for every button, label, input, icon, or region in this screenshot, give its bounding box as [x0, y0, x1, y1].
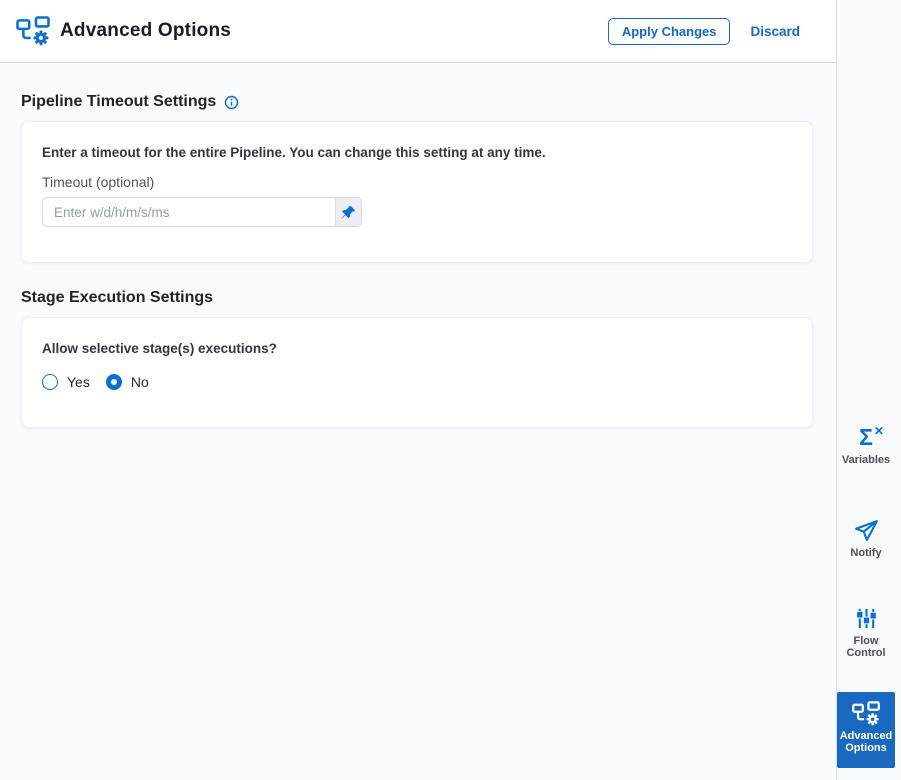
info-icon[interactable] [224, 95, 239, 110]
radio-label: Yes [67, 374, 90, 390]
discard-button[interactable]: Discard [750, 24, 800, 39]
sliders-icon [855, 605, 878, 631]
sidebar-item-label: Flow Control [846, 635, 886, 659]
pin-icon[interactable] [335, 197, 362, 227]
panel-header: Advanced Options Apply Changes Discard [0, 0, 836, 63]
stage-question: Allow selective stage(s) executions? [42, 341, 277, 356]
sidebar-item-label: Advanced Options [839, 730, 893, 754]
sidebar-item-notify[interactable]: Notify [837, 509, 895, 568]
stage-section-heading: Stage Execution Settings [21, 289, 812, 307]
sidebar-item-label: Variables [841, 454, 891, 466]
timeout-settings-card: Enter a timeout for the entire Pipeline.… [21, 121, 813, 263]
sidebar-item-label: Notify [850, 547, 882, 559]
radio-circle [42, 374, 58, 390]
sidebar-item-advanced-options[interactable]: Advanced Options [837, 692, 895, 768]
timeout-description: Enter a timeout for the entire Pipeline.… [42, 145, 546, 160]
timeout-input-group [42, 197, 362, 227]
header-actions: Apply Changes Discard [607, 17, 800, 45]
paper-plane-icon [854, 517, 879, 543]
sidebar-item-flow-control[interactable]: Flow Control [837, 597, 895, 667]
radio-option-yes[interactable]: Yes [42, 374, 90, 390]
stage-execution-card: Allow selective stage(s) executions? Yes… [21, 317, 813, 428]
sigma-x-icon: Σ ✕ [859, 423, 884, 450]
apply-changes-button[interactable]: Apply Changes [607, 17, 731, 45]
pipeline-gear-icon [852, 700, 880, 726]
panel-content: Pipeline Timeout Settings Enter a timeou… [0, 63, 836, 428]
advanced-options-panel: Advanced Options Apply Changes Discard P… [0, 0, 836, 780]
stage-radio-group: Yes No [42, 374, 792, 390]
page-title: Advanced Options [60, 20, 232, 41]
timeout-section-heading: Pipeline Timeout Settings [21, 93, 812, 111]
timeout-section-title: Pipeline Timeout Settings [21, 93, 217, 110]
timeout-input[interactable] [42, 197, 335, 227]
sidebar-item-variables[interactable]: Σ ✕ Variables [837, 416, 895, 475]
right-nav-sidebar: Σ ✕ Variables Notify Flow Control Advanc… [836, 0, 901, 780]
radio-option-no[interactable]: No [105, 374, 149, 390]
pipeline-gear-icon [16, 16, 50, 46]
stage-section-title: Stage Execution Settings [21, 289, 214, 306]
radio-label: No [130, 374, 149, 390]
radio-circle [105, 374, 122, 390]
timeout-field-label: Timeout (optional) [42, 174, 155, 190]
